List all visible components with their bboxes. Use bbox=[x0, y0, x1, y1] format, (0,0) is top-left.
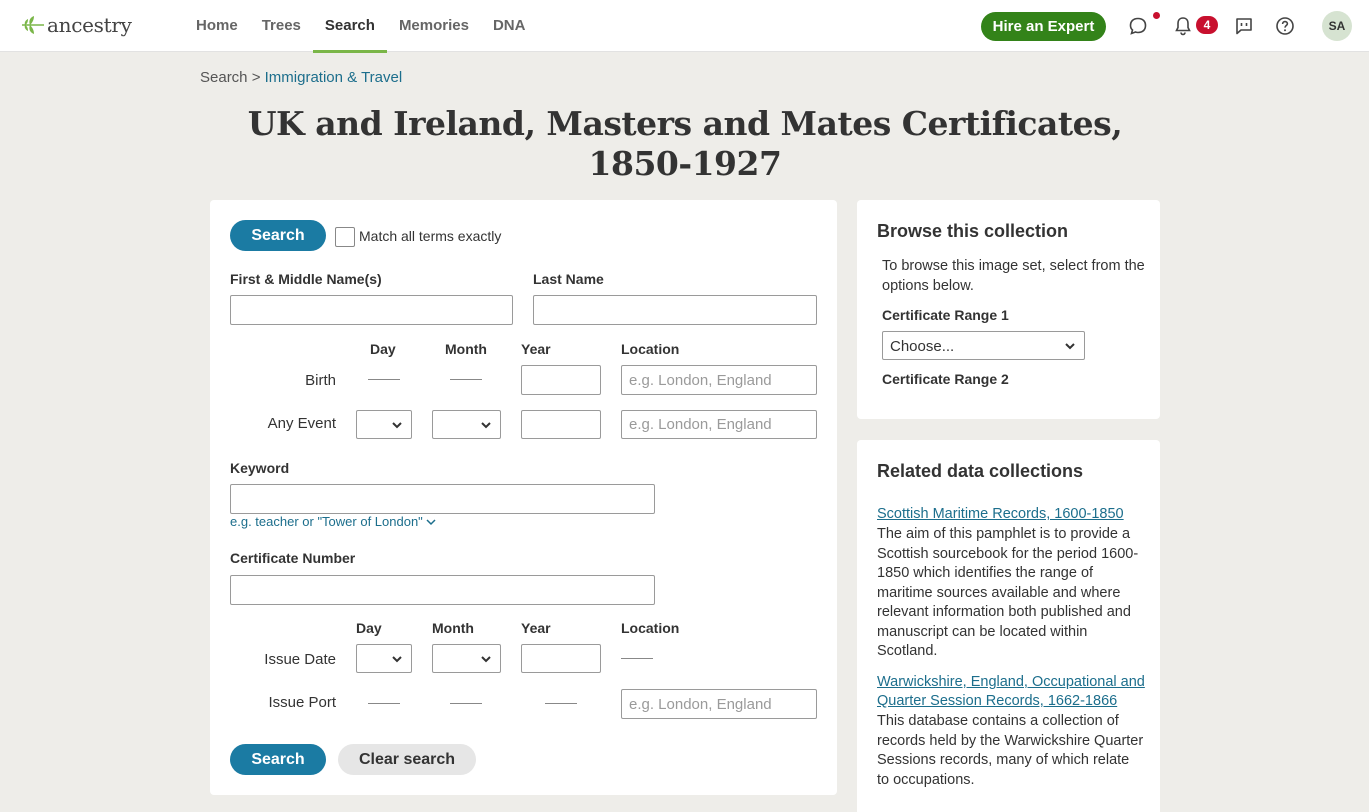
birth-month-na bbox=[450, 379, 482, 380]
nav-home[interactable]: Home bbox=[184, 0, 250, 52]
last-name-input[interactable] bbox=[533, 295, 817, 325]
row-any-event-label: Any Event bbox=[267, 415, 336, 432]
row-issue-date-label: Issue Date bbox=[264, 651, 336, 668]
browse-collection-panel: Browse this collection To browse this im… bbox=[857, 200, 1160, 419]
related-item: Scottish Maritime Records, 1600-1850 The… bbox=[877, 505, 1145, 662]
chevron-down-icon bbox=[481, 422, 491, 429]
issue-port-year-na bbox=[545, 703, 577, 704]
chevron-down-icon bbox=[392, 422, 402, 429]
messages-icon[interactable] bbox=[1126, 14, 1150, 38]
notification-count-badge: 4 bbox=[1196, 16, 1218, 34]
top-navigation-bar: ancestry Home Trees Search Memories DNA … bbox=[0, 0, 1369, 53]
certificate-range-2-label: Certificate Range 2 bbox=[882, 371, 1009, 387]
keyword-hint-text: e.g. teacher or "Tower of London" bbox=[230, 514, 423, 529]
chevron-down-icon bbox=[392, 656, 402, 663]
nav-memories[interactable]: Memories bbox=[387, 0, 481, 52]
issue-port-day-na bbox=[368, 703, 400, 704]
certificate-range-1-label: Certificate Range 1 bbox=[882, 307, 1009, 323]
certificate-range-1-value: Choose... bbox=[890, 338, 955, 355]
unread-dot bbox=[1153, 12, 1160, 19]
related-item: Warwickshire, England, Occupational and … bbox=[877, 673, 1145, 790]
related-item-description: The aim of this pamphlet is to provide a… bbox=[877, 526, 1139, 659]
breadcrumb-separator: > bbox=[251, 69, 261, 86]
user-avatar[interactable]: SA bbox=[1322, 11, 1352, 41]
certificate-number-input[interactable] bbox=[230, 575, 655, 605]
birth-location-input[interactable] bbox=[621, 365, 817, 395]
col-location-label: Location bbox=[621, 620, 680, 636]
issue-port-location-input[interactable] bbox=[621, 689, 817, 719]
col-year-label: Year bbox=[521, 620, 551, 636]
col-month-label: Month bbox=[432, 620, 474, 636]
bottom-search-button[interactable]: Search bbox=[230, 744, 326, 775]
row-issue-port-label: Issue Port bbox=[268, 694, 336, 711]
help-icon[interactable] bbox=[1273, 14, 1297, 38]
col-day-label: Day bbox=[370, 341, 396, 357]
first-name-label: First & Middle Name(s) bbox=[230, 271, 382, 287]
logo-text: ancestry bbox=[47, 13, 132, 37]
hire-expert-button[interactable]: Hire an Expert bbox=[981, 12, 1106, 41]
birth-day-na bbox=[368, 379, 400, 380]
certificate-number-label: Certificate Number bbox=[230, 550, 356, 566]
ancestry-logo[interactable]: ancestry bbox=[20, 13, 132, 37]
browse-title: Browse this collection bbox=[877, 221, 1069, 241]
col-year-label: Year bbox=[521, 341, 551, 357]
issue-date-year-input[interactable] bbox=[521, 644, 601, 673]
nav-search[interactable]: Search bbox=[312, 0, 387, 53]
col-month-label: Month bbox=[445, 341, 487, 357]
match-exact-label: Match all terms exactly bbox=[359, 228, 502, 244]
col-location-label: Location bbox=[621, 341, 680, 357]
related-title: Related data collections bbox=[877, 461, 1084, 481]
search-form-panel: Search Match all terms exactly First & M… bbox=[210, 200, 837, 795]
browse-description: To browse this image set, select from th… bbox=[882, 258, 1145, 294]
breadcrumb: Search > Immigration & Travel bbox=[200, 69, 402, 86]
any-event-month-select[interactable] bbox=[432, 410, 501, 439]
last-name-label: Last Name bbox=[533, 271, 604, 287]
issue-date-day-select[interactable] bbox=[356, 644, 412, 673]
related-item-link[interactable]: Warwickshire, England, Occupational and … bbox=[877, 673, 1145, 711]
chevron-down-icon bbox=[481, 656, 491, 663]
birth-year-input[interactable] bbox=[521, 365, 601, 395]
leaf-icon bbox=[22, 16, 44, 34]
chevron-down-icon bbox=[1065, 343, 1075, 350]
match-exact-checkbox[interactable] bbox=[335, 227, 355, 247]
related-collections-panel: Related data collections Scottish Mariti… bbox=[857, 440, 1160, 812]
nav-dna[interactable]: DNA bbox=[481, 0, 538, 52]
search-button[interactable]: Search bbox=[230, 220, 326, 251]
keyword-label: Keyword bbox=[230, 460, 290, 476]
main-nav: Home Trees Search Memories DNA bbox=[184, 0, 538, 53]
related-item-link[interactable]: Scottish Maritime Records, 1600-1850 bbox=[877, 505, 1145, 524]
row-birth-label: Birth bbox=[305, 372, 336, 389]
keyword-hint-link[interactable]: e.g. teacher or "Tower of London" bbox=[230, 514, 436, 529]
certificate-range-1-select[interactable]: Choose... bbox=[882, 331, 1085, 360]
col-day-label: Day bbox=[356, 620, 382, 636]
page-title: UK and Ireland, Masters and Mates Certif… bbox=[247, 104, 1123, 183]
nav-trees[interactable]: Trees bbox=[250, 0, 313, 52]
keyword-input[interactable] bbox=[230, 484, 655, 514]
any-event-day-select[interactable] bbox=[356, 410, 412, 439]
issue-port-month-na bbox=[450, 703, 482, 704]
chevron-down-icon bbox=[426, 519, 436, 526]
issue-date-month-select[interactable] bbox=[432, 644, 501, 673]
breadcrumb-root[interactable]: Search bbox=[200, 69, 248, 86]
breadcrumb-current[interactable]: Immigration & Travel bbox=[265, 69, 403, 86]
clear-search-button[interactable]: Clear search bbox=[338, 744, 476, 775]
any-event-location-input[interactable] bbox=[621, 410, 817, 439]
first-name-input[interactable] bbox=[230, 295, 513, 325]
chat-icon[interactable] bbox=[1232, 14, 1256, 38]
issue-date-location-na bbox=[621, 658, 653, 659]
related-item-description: This database contains a collection of r… bbox=[877, 713, 1144, 788]
any-event-year-input[interactable] bbox=[521, 410, 601, 439]
bell-icon[interactable] bbox=[1171, 14, 1195, 38]
